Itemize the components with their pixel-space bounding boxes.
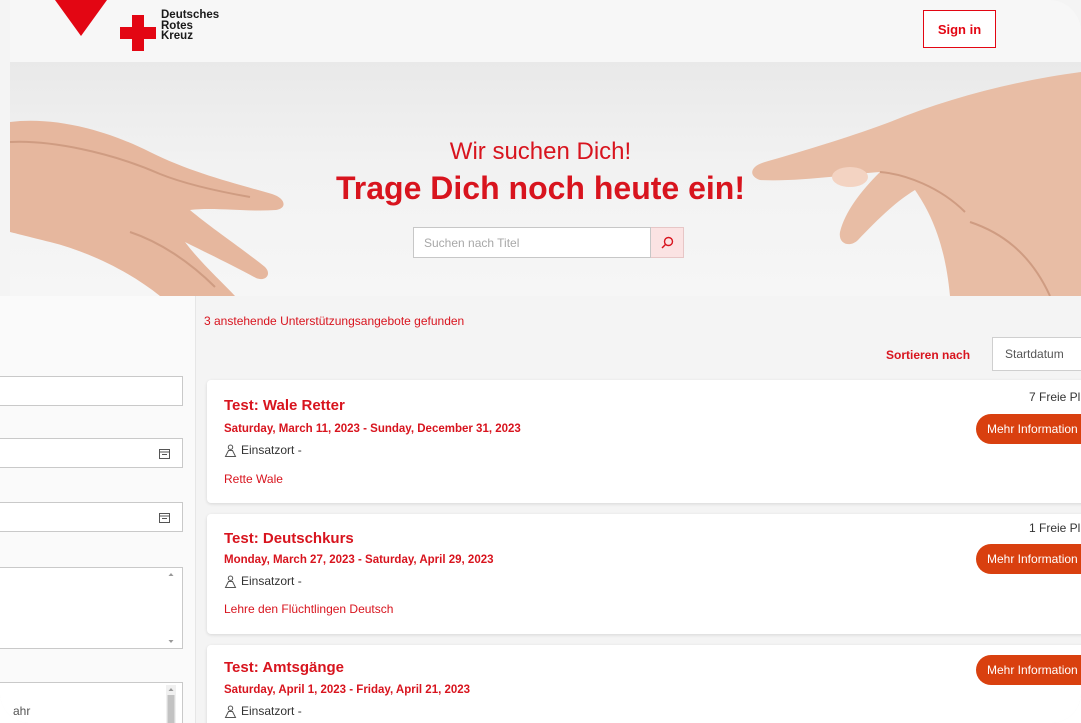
search-input[interactable] [413, 227, 651, 258]
offer-description: Rette Wale [224, 472, 283, 486]
start-date-field[interactable] [0, 438, 183, 468]
offer-title[interactable]: Test: Deutschkurs [224, 530, 354, 547]
free-spots: 7 Freie Pl [1029, 390, 1081, 404]
search-button[interactable] [651, 227, 684, 258]
location-person-icon [224, 444, 237, 457]
sign-in-button[interactable]: Sign in [923, 10, 996, 48]
logo-text: Deutsches Rotes Kreuz [161, 10, 219, 42]
filter-text-field[interactable] [0, 376, 183, 406]
offer-dates: Saturday, March 11, 2023 - Sunday, Decem… [224, 423, 521, 435]
offer-location-text: Einsatzort - [241, 704, 302, 718]
search-icon [660, 236, 673, 249]
tag-list[interactable]: ahr [0, 682, 183, 723]
location-person-icon [224, 705, 237, 718]
scrollbar[interactable] [166, 570, 176, 646]
calendar-icon [159, 449, 170, 459]
sort-label: Sortieren nach [886, 348, 971, 362]
offer-description: Lehre den Flüchtlingen Deutsch [224, 602, 394, 616]
offer-location: Einsatzort - [224, 443, 302, 457]
sort-select[interactable]: Startdatum [992, 337, 1081, 371]
offer-location-text: Einsatzort - [241, 574, 302, 588]
offer-card[interactable]: Test: Amtsgänge Saturday, April 1, 2023 … [207, 645, 1081, 723]
offer-location: Einsatzort - [224, 574, 302, 588]
calendar-icon [159, 513, 170, 523]
more-info-button[interactable]: Mehr Information [976, 414, 1081, 444]
results-count: 3 anstehende Unterstützungsangebote gefu… [204, 314, 465, 328]
hero-subtitle: Wir suchen Dich! [449, 138, 632, 165]
offer-card[interactable]: Test: Deutschkurs Monday, March 27, 2023… [207, 514, 1081, 634]
free-spots: 1 Freie Pl [1029, 521, 1081, 535]
logo-line-1: Deutsches [161, 9, 220, 21]
filter-sidebar: ahr [0, 296, 196, 723]
offer-dates: Saturday, April 1, 2023 - Friday, April … [224, 684, 471, 696]
logo-line-3: Kreuz [161, 30, 193, 42]
location-person-icon [224, 575, 237, 588]
offer-card[interactable]: Test: Wale Retter Saturday, March 11, 20… [207, 380, 1081, 503]
hero-title: Trage Dich noch heute ein! [336, 170, 745, 206]
scrollbar[interactable] [166, 685, 176, 723]
end-date-field[interactable] [0, 502, 183, 532]
offer-location: Einsatzort - [224, 704, 302, 718]
category-list[interactable] [0, 567, 183, 649]
more-info-button[interactable]: Mehr Information [976, 655, 1081, 685]
tag-list-item: ahr [13, 704, 31, 718]
offer-title[interactable]: Test: Amtsgänge [224, 659, 344, 676]
offer-dates: Monday, March 27, 2023 - Saturday, April… [224, 554, 494, 566]
offer-location-text: Einsatzort - [241, 443, 302, 457]
more-info-button[interactable]: Mehr Information [976, 544, 1081, 574]
page-frame: Deutsches Rotes Kreuz Sign in Wir suchen… [0, 0, 1081, 723]
search-form [413, 227, 684, 258]
results-section: ahr 3 anstehende Unterstützungsangebote … [0, 296, 1081, 723]
offer-title[interactable]: Test: Wale Retter [224, 397, 345, 414]
corner-marker [55, 0, 107, 36]
site-header: Deutsches Rotes Kreuz Sign in [10, 0, 1081, 62]
drk-logo[interactable]: Deutsches Rotes Kreuz [120, 10, 219, 51]
red-cross-icon [120, 15, 156, 51]
